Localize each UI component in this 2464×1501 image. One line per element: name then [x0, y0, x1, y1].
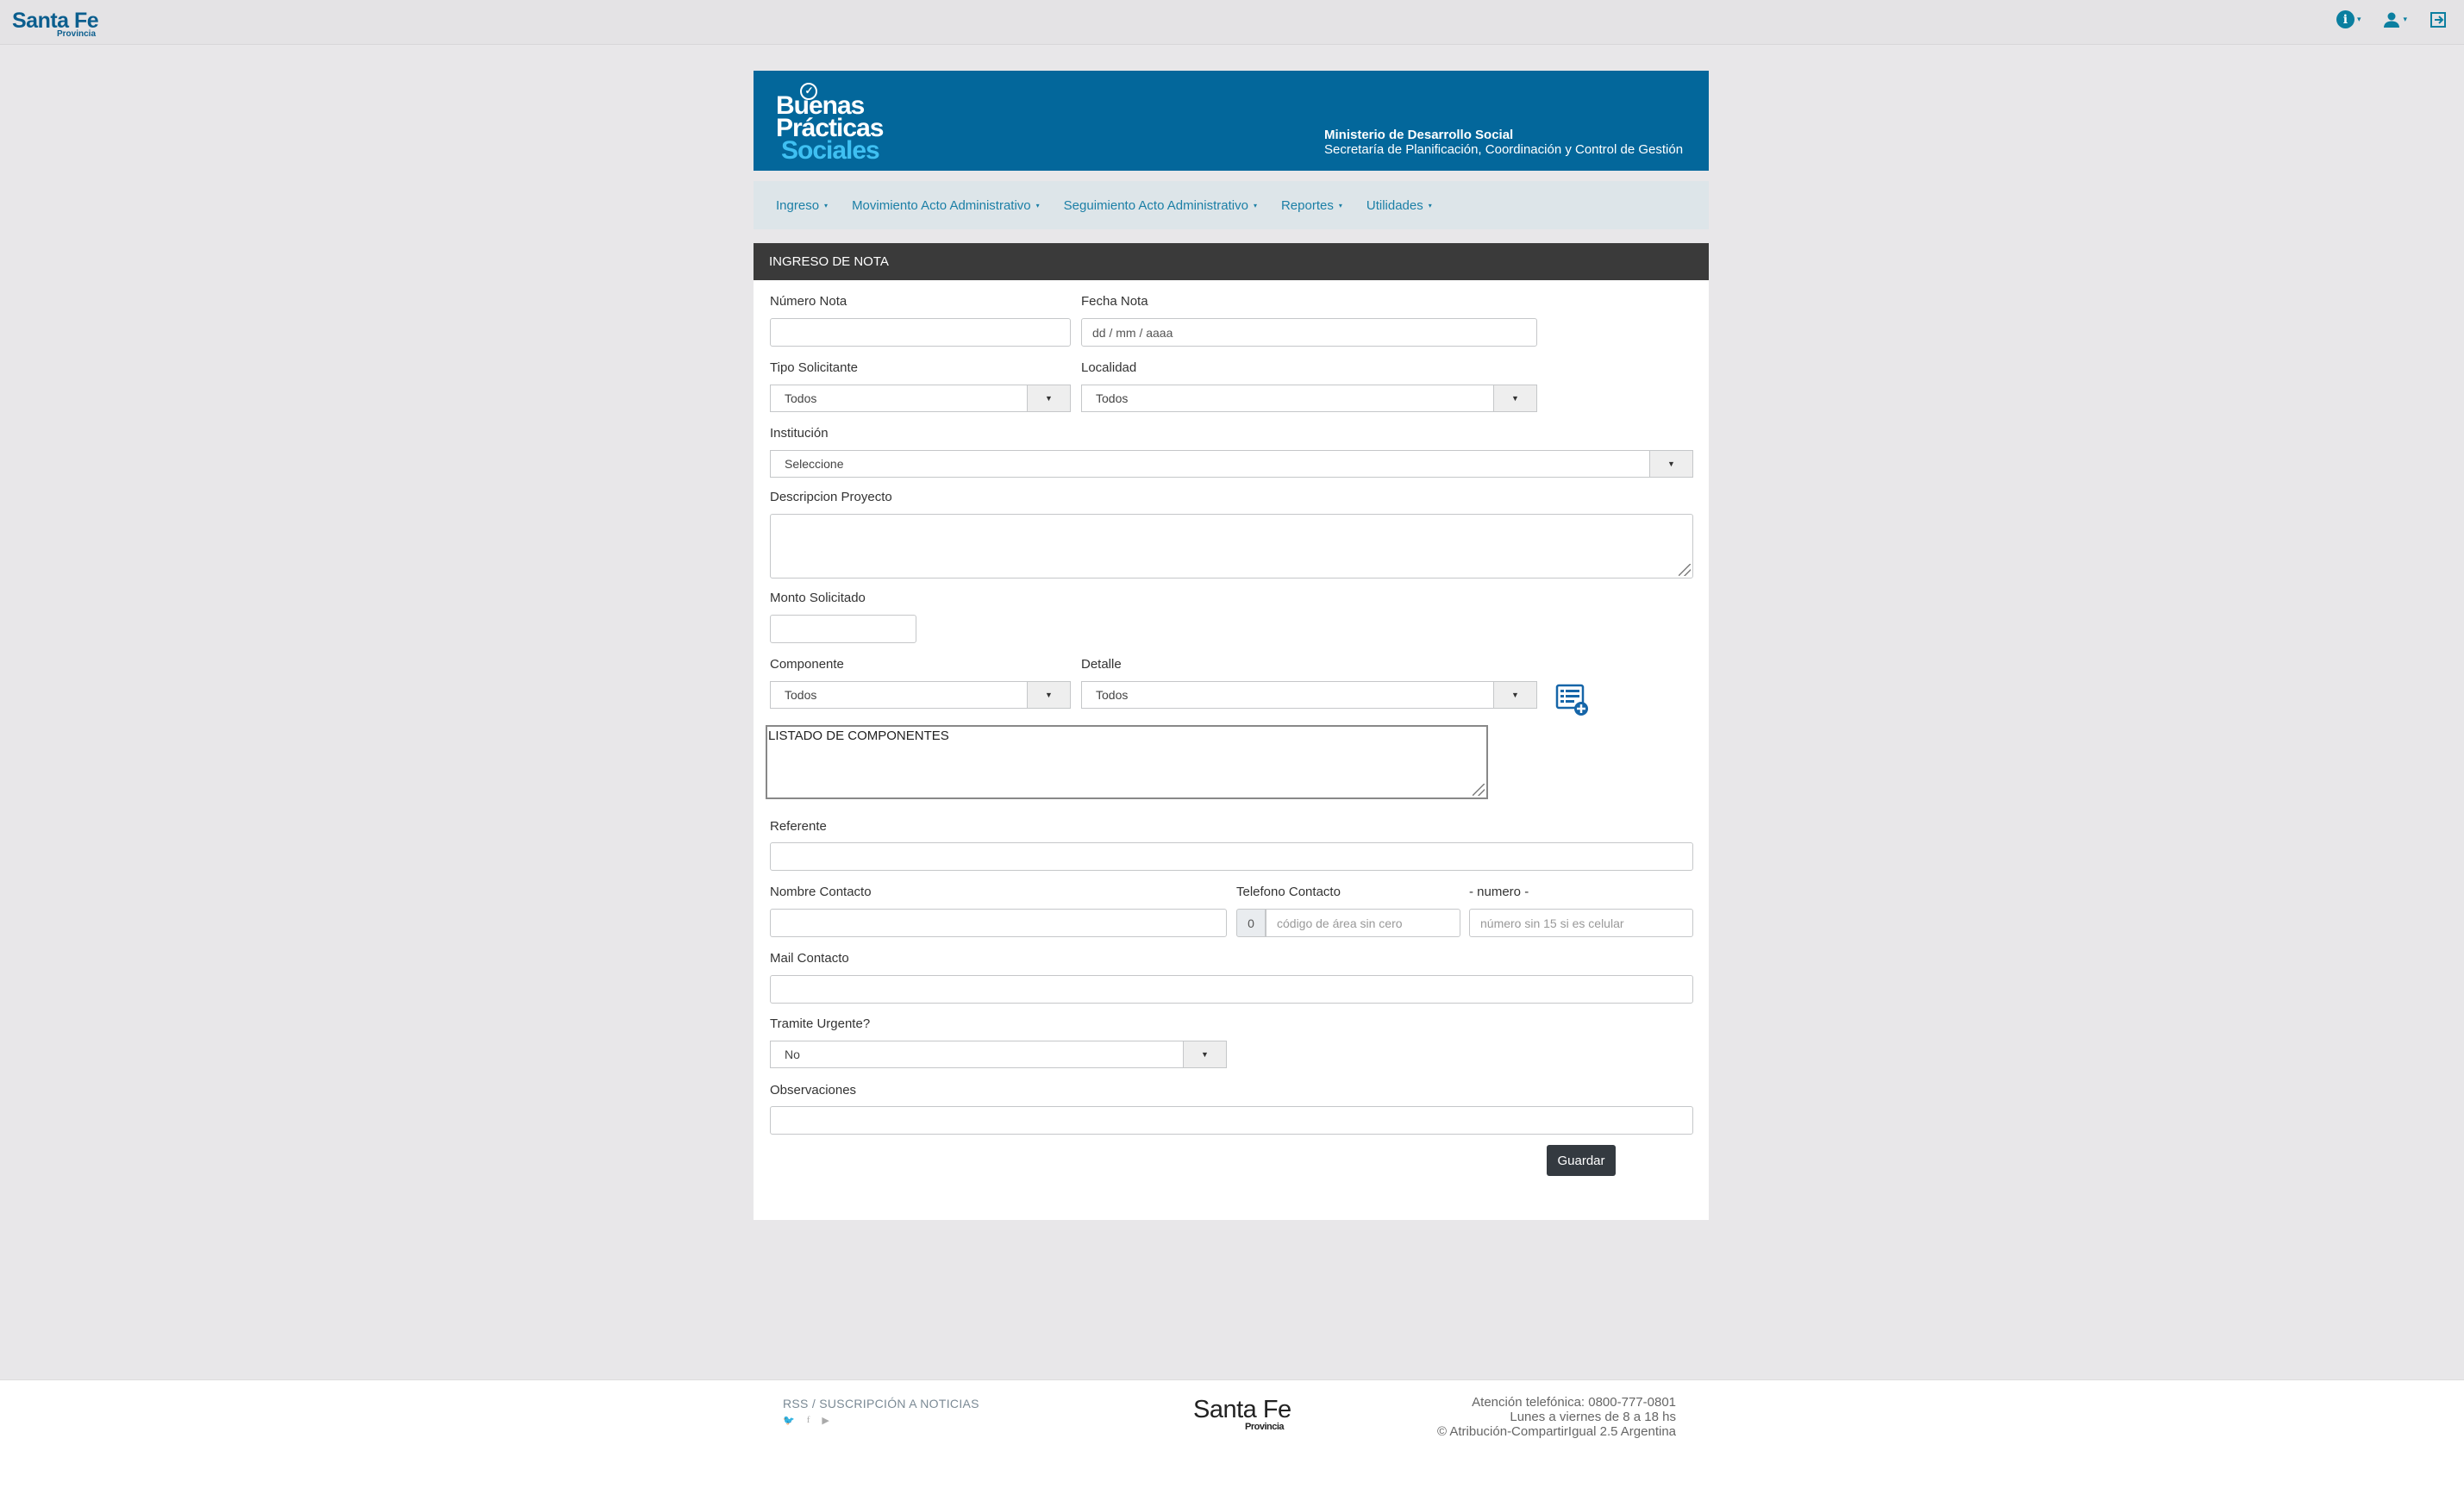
numero-input[interactable]: número sin 15 si es celular — [1469, 909, 1693, 937]
chevron-down-icon: ▾ — [1253, 201, 1257, 210]
componente-select[interactable]: Todos ▼ — [770, 681, 1071, 709]
section-title: INGRESO DE NOTA — [754, 243, 1709, 280]
numero-nota-input[interactable] — [770, 318, 1071, 347]
chevron-down-icon: ▾ — [1035, 201, 1040, 210]
dropdown-arrow-icon[interactable]: ▼ — [1649, 451, 1692, 477]
listado-componentes-textarea[interactable]: LISTADO DE COMPONENTES — [766, 725, 1488, 799]
main-panel: ✓ Buenas Prácticas Sociales Ministerio d… — [754, 71, 1709, 1220]
referente-input[interactable] — [770, 842, 1693, 871]
tipo-solicitante-label: Tipo Solicitante — [770, 360, 858, 375]
nav-seguimiento[interactable]: Seguimiento Acto Administrativo ▾ — [1064, 198, 1257, 213]
logout-button[interactable] — [2430, 11, 2447, 28]
header-banner: ✓ Buenas Prácticas Sociales Ministerio d… — [754, 71, 1709, 171]
dropdown-arrow-icon[interactable]: ▼ — [1493, 385, 1536, 411]
secretary-title: Secretaría de Planificación, Coordinació… — [1324, 142, 1684, 157]
select-value: No — [785, 1048, 800, 1061]
footer-contact: Atención telefónica: 0800-777-0801 Lunes… — [1437, 1395, 1676, 1439]
descripcion-textarea[interactable] — [770, 514, 1693, 579]
mail-contacto-input[interactable] — [770, 975, 1693, 1004]
chevron-down-icon: ▾ — [1338, 201, 1342, 210]
nombre-contacto-input[interactable] — [770, 909, 1227, 937]
descripcion-label: Descripcion Proyecto — [770, 490, 892, 504]
resize-handle-icon[interactable] — [1473, 784, 1485, 796]
select-value: Todos — [785, 688, 817, 702]
nav-label: Seguimiento Acto Administrativo — [1063, 197, 1248, 213]
localidad-label: Localidad — [1081, 360, 1137, 375]
footer-phone: Atención telefónica: 0800-777-0801 — [1472, 1395, 1676, 1410]
dropdown-arrow-icon[interactable]: ▼ — [1183, 1041, 1226, 1067]
facebook-icon[interactable]: f — [807, 1415, 810, 1426]
chevron-down-icon: ▾ — [1428, 201, 1432, 210]
observaciones-input[interactable] — [770, 1106, 1693, 1135]
institucion-select[interactable]: Seleccione ▼ — [770, 450, 1693, 478]
nav-movimiento[interactable]: Movimiento Acto Administrativo ▾ — [852, 198, 1040, 213]
youtube-icon[interactable]: ▶ — [822, 1415, 829, 1426]
nav-label: Reportes — [1280, 197, 1334, 213]
fecha-nota-label: Fecha Nota — [1081, 294, 1148, 309]
institucion-label: Institución — [770, 426, 829, 441]
select-value: Todos — [785, 391, 817, 405]
tramite-urgente-label: Tramite Urgente? — [770, 1016, 871, 1031]
social-links: 🐦 f ▶ — [783, 1415, 829, 1426]
footer: RSS / SUSCRIPCIÓN A NOTICIAS 🐦 f ▶ Santa… — [0, 1379, 2464, 1501]
logout-icon — [2430, 11, 2446, 28]
top-bar: Santa Fe Provincia i ▾ ▾ — [0, 0, 2464, 45]
select-value: Todos — [1096, 688, 1129, 702]
nav-label: Utilidades — [1366, 197, 1423, 213]
codigo-area-input[interactable]: código de área sin cero — [1266, 909, 1460, 937]
rss-link[interactable]: RSS / SUSCRIPCIÓN A NOTICIAS — [783, 1397, 979, 1410]
guardar-button[interactable]: Guardar — [1547, 1145, 1616, 1176]
numero-nota-label: Número Nota — [770, 294, 847, 309]
monto-input[interactable] — [770, 615, 916, 643]
footer-hours: Lunes a viernes de 8 a 18 hs — [1510, 1410, 1676, 1424]
info-menu[interactable]: i ▾ — [2336, 10, 2361, 28]
referente-label: Referente — [770, 819, 827, 834]
observaciones-label: Observaciones — [770, 1083, 857, 1098]
chevron-down-icon: ▾ — [2403, 15, 2407, 23]
nombre-contacto-label: Nombre Contacto — [770, 885, 872, 899]
santa-fe-logo[interactable]: Santa Fe Provincia — [12, 9, 99, 39]
dropdown-arrow-icon[interactable]: ▼ — [1027, 682, 1070, 708]
buenas-practicas-logo: ✓ Buenas Prácticas Sociales — [776, 83, 884, 165]
monto-label: Monto Solicitado — [770, 591, 866, 605]
info-icon: i — [2336, 10, 2355, 28]
ingreso-nota-form: Número Nota Fecha Nota dd / mm / aaaa Ti… — [754, 280, 1709, 1220]
chevron-down-icon: ▾ — [824, 201, 829, 210]
nav-label: Ingreso — [776, 197, 820, 213]
add-to-list-icon[interactable] — [1555, 683, 1590, 717]
main-nav: Ingreso ▾ Movimiento Acto Administrativo ▾… — [754, 181, 1709, 229]
select-value: Seleccione — [785, 457, 844, 471]
dropdown-arrow-icon[interactable]: ▼ — [1493, 682, 1536, 708]
fecha-nota-input[interactable]: dd / mm / aaaa — [1081, 318, 1537, 347]
telefono-contacto-label: Telefono Contacto — [1236, 885, 1341, 899]
nav-reportes[interactable]: Reportes ▾ — [1281, 198, 1342, 213]
tramite-urgente-select[interactable]: No ▼ — [770, 1041, 1227, 1068]
phone-prefix: 0 — [1236, 909, 1266, 937]
nav-ingreso[interactable]: Ingreso ▾ — [776, 198, 828, 213]
select-value: Todos — [1096, 391, 1129, 405]
dropdown-arrow-icon[interactable]: ▼ — [1027, 385, 1070, 411]
componente-label: Componente — [770, 657, 844, 672]
detalle-select[interactable]: Todos ▼ — [1081, 681, 1537, 709]
ministry-title: Ministerio de Desarrollo Social — [1324, 128, 1514, 142]
nav-label: Movimiento Acto Administrativo — [852, 197, 1031, 213]
footer-logo-text: Santa Fe — [1193, 1396, 1291, 1423]
resize-handle-icon[interactable] — [1679, 564, 1691, 576]
listado-text: LISTADO DE COMPONENTES — [768, 729, 949, 743]
twitter-icon[interactable]: 🐦 — [783, 1415, 795, 1426]
footer-santa-fe-logo: Santa Fe Provincia — [1193, 1396, 1291, 1432]
brand-line-3: Sociales — [781, 136, 880, 165]
logo-subtext: Provincia — [57, 29, 97, 39]
footer-license: © Atribución-CompartirIgual 2.5 Argentin… — [1436, 1424, 1676, 1439]
mail-contacto-label: Mail Contacto — [770, 951, 849, 966]
detalle-label: Detalle — [1081, 657, 1122, 672]
tipo-solicitante-select[interactable]: Todos ▼ — [770, 385, 1071, 412]
footer-logo-subtext: Provincia — [1245, 1422, 1285, 1432]
user-menu[interactable]: ▾ — [2383, 11, 2407, 28]
user-icon — [2384, 12, 2400, 28]
numero-label: - numero - — [1469, 885, 1529, 899]
nav-utilidades[interactable]: Utilidades ▾ — [1366, 198, 1432, 213]
chevron-down-icon: ▾ — [2356, 15, 2361, 23]
localidad-select[interactable]: Todos ▼ — [1081, 385, 1537, 412]
